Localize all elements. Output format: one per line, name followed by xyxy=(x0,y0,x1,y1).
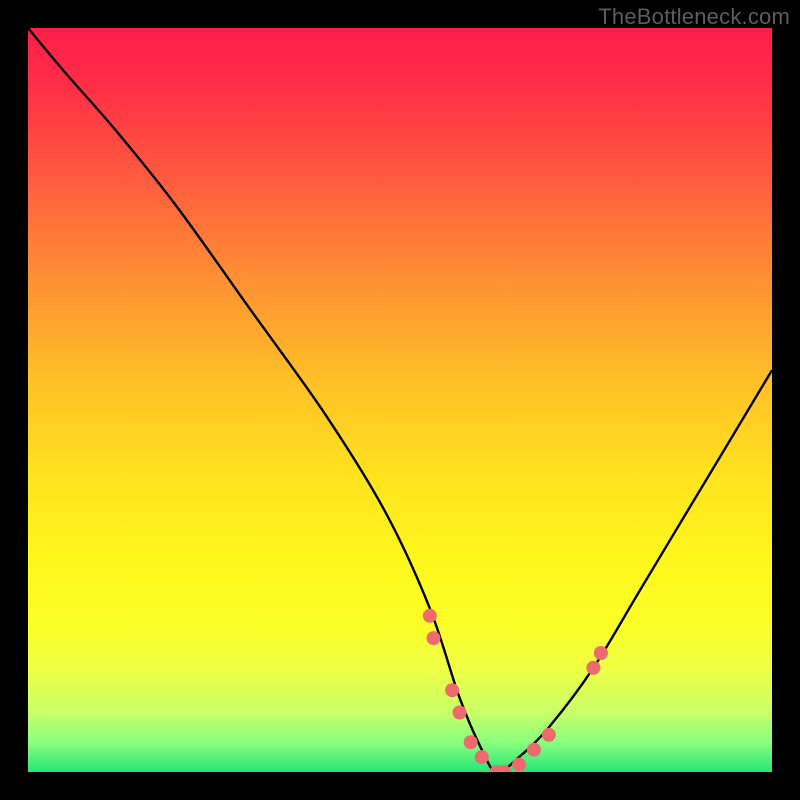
plot-area xyxy=(28,28,772,772)
watermark-text: TheBottleneck.com xyxy=(598,4,790,30)
curve-marker xyxy=(512,758,526,772)
curve-marker xyxy=(445,683,459,697)
chart-frame: TheBottleneck.com xyxy=(0,0,800,800)
curve-marker xyxy=(475,750,489,764)
curve-marker xyxy=(586,661,600,675)
curve-marker xyxy=(594,646,608,660)
curve-marker xyxy=(427,631,441,645)
marker-group xyxy=(423,609,608,772)
chart-svg xyxy=(28,28,772,772)
curve-marker xyxy=(542,728,556,742)
curve-marker xyxy=(453,706,467,720)
curve-marker xyxy=(527,743,541,757)
bottleneck-curve xyxy=(28,28,772,772)
curve-marker xyxy=(464,735,478,749)
curve-marker xyxy=(423,609,437,623)
